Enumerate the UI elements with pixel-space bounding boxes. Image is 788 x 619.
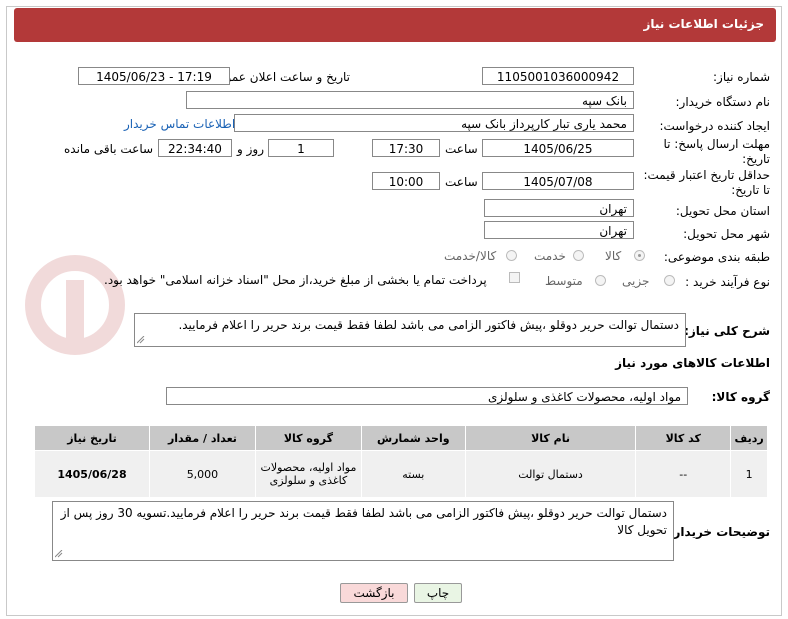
deadline-label-2: تاریخ: [742, 152, 770, 166]
province-field: تهران [484, 199, 634, 217]
category-label: طبقه بندی موضوعی: [663, 250, 770, 264]
cell-group: مواد اولیه، محصولات کاغذی و سلولزی [254, 450, 362, 498]
announce-field: 1405/06/23 - 17:19 [78, 67, 230, 85]
cell-code: -- [635, 450, 732, 498]
col-row: ردیف [730, 425, 768, 451]
col-unit: واحد شمارش [360, 425, 466, 451]
validity-date-field: 1405/07/08 [482, 172, 634, 190]
cell-row: 1 [730, 450, 768, 498]
goods-section-title: اطلاعات کالاهای مورد نیاز [615, 356, 770, 370]
resize-grip-icon[interactable] [137, 336, 145, 344]
category-radio-both[interactable] [506, 250, 517, 261]
need-number-field: 1105001036000942 [482, 67, 634, 85]
remaining-field: 22:34:40 [158, 139, 232, 157]
buyer-notes-text: دستمال توالت حریر دوقلو ،پیش فاکتور الزا… [60, 506, 667, 537]
description-textarea[interactable]: دستمال توالت حریر دوقلو ،پیش فاکتور الزا… [134, 313, 686, 347]
validity-time-label: ساعت [445, 175, 478, 189]
cell-date: 1405/06/28 [34, 450, 150, 498]
cell-unit: بسته [360, 450, 466, 498]
col-date: تاریخ نیاز [34, 425, 150, 451]
back-button[interactable]: بازگشت [340, 583, 408, 603]
validity-label: حداقل تاریخ اعتبار قیمت: [643, 168, 770, 182]
col-quantity: تعداد / مقدار [148, 425, 256, 451]
col-group: گروه کالا [254, 425, 362, 451]
table-row: 1 -- دستمال توالت بسته مواد اولیه، محصول… [34, 450, 768, 498]
buyer-org-label: نام دستگاه خریدار: [675, 95, 771, 109]
description-text: دستمال توالت حریر دوقلو ،پیش فاکتور الزا… [178, 318, 679, 332]
treasury-note: پرداخت تمام یا بخشی از مبلغ خرید،از محل … [104, 273, 487, 287]
process-radio-minor[interactable] [664, 275, 675, 286]
table-header-row: ردیف کد کالا نام کالا واحد شمارش گروه کا… [34, 425, 768, 451]
remaining-label: ساعت باقی مانده [64, 142, 154, 156]
validity-time-field: 10:00 [372, 172, 440, 190]
deadline-label: مهلت ارسال پاسخ: تا [663, 137, 770, 151]
page-header: جزئیات اطلاعات نیاز [14, 8, 776, 42]
page-title: جزئیات اطلاعات نیاز [643, 17, 764, 31]
category-option-goods: کالا [605, 249, 622, 263]
need-number-label: شماره نیاز: [713, 70, 770, 84]
goods-group-field: مواد اولیه، محصولات کاغذی و سلولزی [166, 387, 688, 405]
province-label: استان محل تحویل: [675, 204, 770, 218]
creator-field: محمد یاری تبار کارپرداز بانک سپه [234, 114, 634, 132]
category-radio-goods[interactable] [634, 250, 645, 261]
process-label: نوع فرآیند خرید : [685, 275, 770, 289]
creator-label: ایجاد کننده درخواست: [659, 119, 770, 133]
col-name: نام کالا [464, 425, 637, 451]
deadline-time-label: ساعت [445, 142, 478, 156]
cell-name: دستمال توالت [464, 450, 637, 498]
print-button[interactable]: چاپ [414, 583, 462, 603]
buyer-org-field: بانک سپه [186, 91, 634, 109]
goods-table: ردیف کد کالا نام کالا واحد شمارش گروه کا… [34, 425, 768, 498]
process-option-medium: متوسط [545, 274, 583, 288]
category-option-service: خدمت [534, 249, 566, 263]
process-radio-medium[interactable] [595, 275, 606, 286]
days-field: 1 [268, 139, 334, 157]
category-option-both: کالا/خدمت [444, 249, 497, 263]
buyer-contact-link[interactable]: اطلاعات تماس خریدار [124, 117, 235, 131]
process-option-minor: جزیی [622, 274, 650, 288]
days-label: روز و [237, 142, 264, 156]
col-code: کد کالا [635, 425, 732, 451]
category-radio-service[interactable] [573, 250, 584, 261]
deadline-date-field: 1405/06/25 [482, 139, 634, 157]
treasury-checkbox[interactable] [509, 272, 520, 283]
cell-quantity: 5,000 [148, 450, 256, 498]
validity-label-2: تا تاریخ: [731, 183, 770, 197]
buyer-notes-label: توضیحات خریدار: [668, 525, 770, 539]
description-label: شرح کلی نیاز: [684, 324, 770, 338]
resize-grip-icon[interactable] [55, 550, 63, 558]
deadline-time-field: 17:30 [372, 139, 440, 157]
buyer-notes-textarea[interactable]: دستمال توالت حریر دوقلو ،پیش فاکتور الزا… [52, 501, 674, 561]
city-field: تهران [484, 221, 634, 239]
goods-group-label: گروه کالا: [711, 390, 770, 404]
city-label: شهر محل تحویل: [683, 227, 770, 241]
